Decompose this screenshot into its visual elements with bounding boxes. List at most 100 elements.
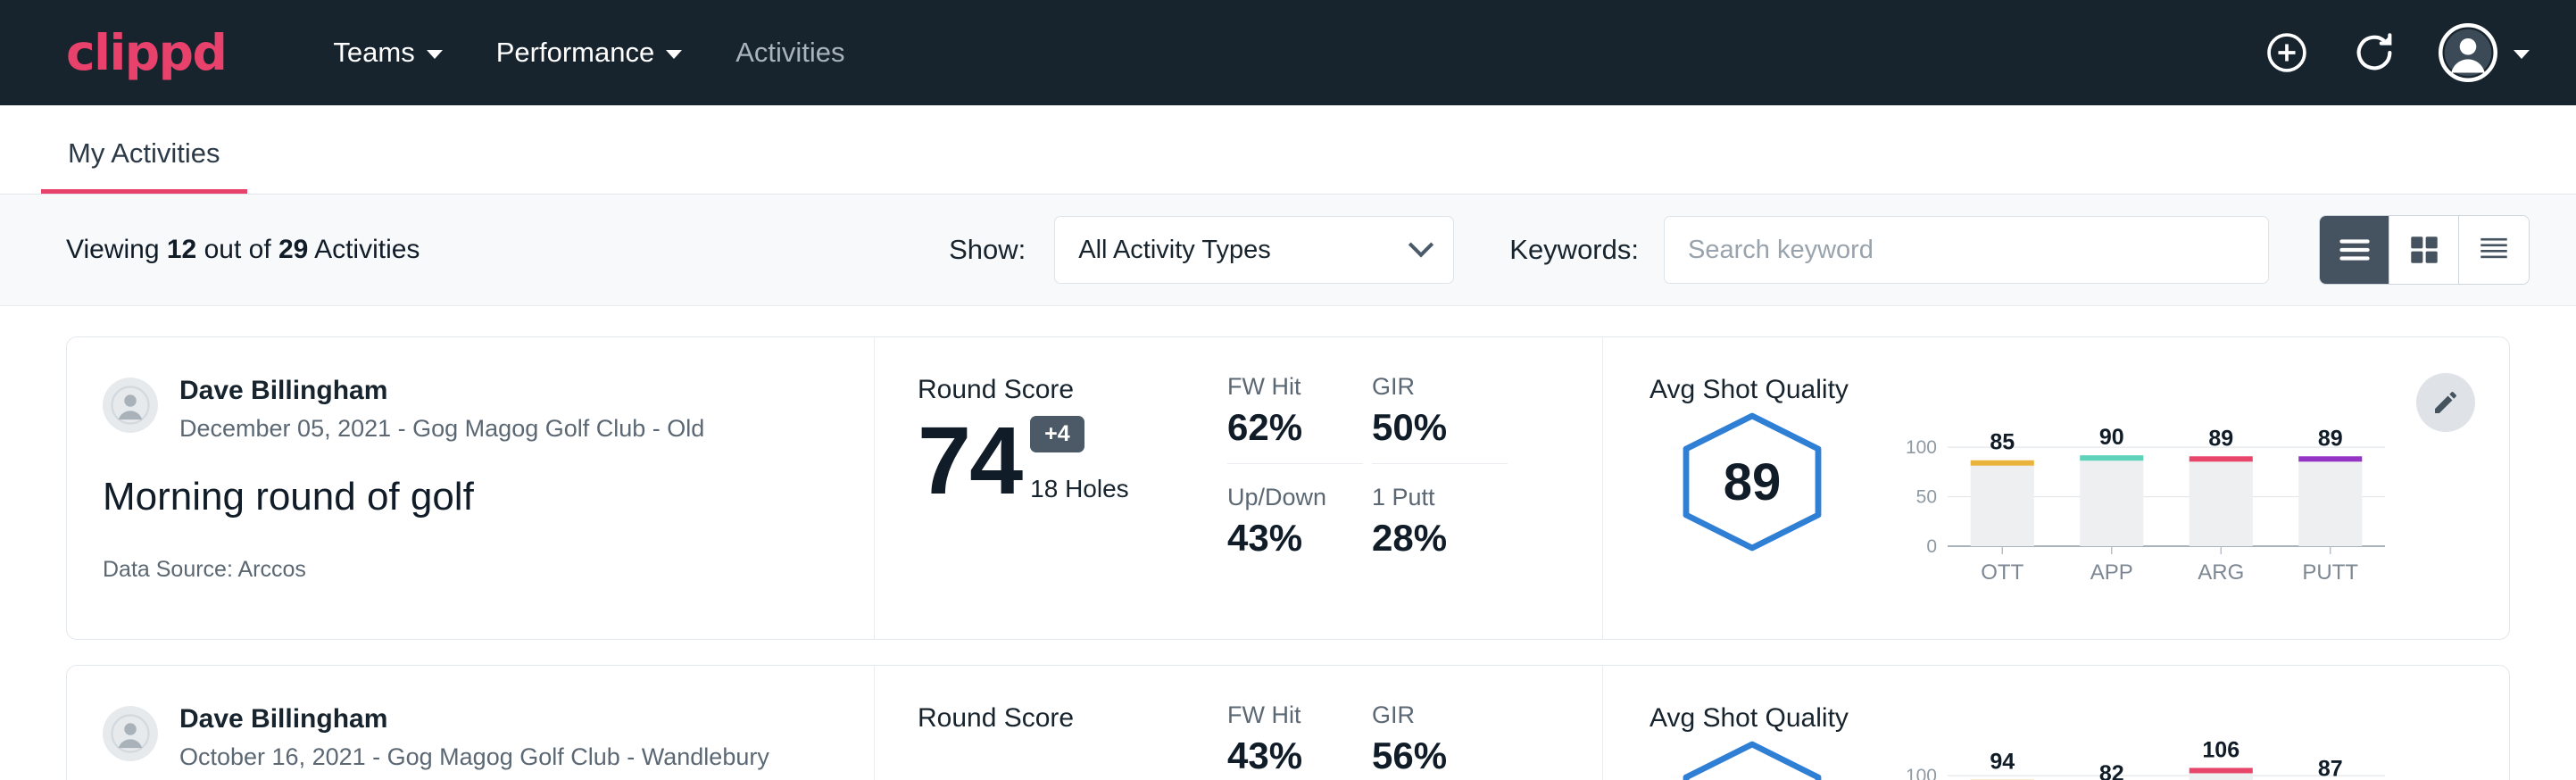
avatar-icon [111,714,150,753]
stat-label: FW Hit [1227,701,1363,729]
round-stats-grid: FW Hit 43% GIR 56% [1227,666,1602,780]
asq-hexagon: 89 [1649,411,1855,553]
author-text: Dave Billingham December 05, 2021 - Gog … [179,375,704,443]
svg-text:PUTT: PUTT [2302,560,2358,585]
viewing-prefix: Viewing [66,235,160,264]
pencil-icon [2431,388,2460,417]
stat-label: 1 Putt [1372,484,1508,511]
activity-type-value: All Activity Types [1078,236,1270,265]
stat-gir: GIR 50% [1372,373,1508,464]
chevron-down-icon [1408,232,1433,257]
nav-item-label: Activities [735,37,844,69]
viewing-total: 29 [278,235,308,264]
stat-label: GIR [1372,373,1508,401]
refresh-icon[interactable] [2351,29,2397,76]
stat-up-down: Up/Down 43% [1227,484,1363,574]
filter-bar: Viewing 12 out of 29 Activities Show: Al… [0,195,2576,306]
round-stats-grid: FW Hit 62% GIR 50% Up/Down 43% 1 Putt 28… [1227,337,1602,639]
svg-text:OTT: OTT [1981,560,2023,585]
avatar [103,706,158,761]
stat-label: GIR [1372,701,1508,729]
activity-title: Morning round of golf [103,475,838,519]
compact-view-toggle[interactable] [2459,216,2529,284]
svg-text:82: 82 [2099,761,2124,780]
activity-summary: Dave Billingham December 05, 2021 - Gog … [67,337,875,639]
svg-text:100: 100 [1906,437,1937,458]
svg-text:87: 87 [2318,757,2343,780]
chevron-down-icon [2514,50,2530,59]
avatar-icon [111,386,150,425]
svg-text:ARG: ARG [2198,560,2244,585]
app-logo[interactable]: clippd [66,29,226,78]
asq-value: 89 [1674,411,1831,553]
stat-label: Up/Down [1227,484,1363,511]
stat-value: 56% [1372,734,1508,777]
tab-my-activities[interactable]: My Activities [41,137,247,194]
svg-text:0: 0 [1926,536,1937,557]
activity-author: Dave Billingham October 16, 2021 - Gog M… [103,703,838,771]
avg-shot-quality-label: Avg Shot Quality [1649,703,2509,734]
account-avatar[interactable] [2439,23,2530,82]
avatar-icon [2439,23,2497,82]
svg-text:50: 50 [1916,487,1937,508]
round-score-panel: Round Score [875,666,1227,780]
player-name: Dave Billingham [179,375,704,407]
player-name: Dave Billingham [179,703,769,735]
stat-fw-hit: FW Hit 62% [1227,373,1363,464]
stat-gir: GIR 56% [1372,701,1508,780]
stat-value: 50% [1372,406,1508,449]
stat-fw-hit: FW Hit 43% [1227,701,1363,780]
filter-controls: Show: All Activity Types Keywords: [949,215,2530,285]
nav-actions [2264,23,2530,82]
activity-type-select[interactable]: All Activity Types [1054,216,1454,284]
search-input[interactable] [1664,216,2269,284]
round-score-value-row: 74 +4 18 Holes [918,412,1227,509]
svg-text:90: 90 [2099,425,2124,450]
activity-meta: October 16, 2021 - Gog Magog Golf Club -… [179,743,769,771]
svg-text:89: 89 [2208,426,2233,451]
nav-item-label: Teams [333,37,414,69]
nav-item-activities[interactable]: Activities [709,28,871,78]
shot-quality-bar-chart: 05010094OTT82APP106ARG87PUTT [1892,735,2392,780]
activity-meta: December 05, 2021 - Gog Magog Golf Club … [179,415,704,443]
activity-card-list: Dave Billingham December 05, 2021 - Gog … [0,306,2576,780]
svg-text:85: 85 [1990,430,2015,455]
stat-value: 43% [1227,517,1363,560]
asq-hexagon [1649,739,1855,780]
activity-card[interactable]: Dave Billingham December 05, 2021 - Gog … [66,336,2510,640]
primary-nav: Teams Performance Activities [306,28,871,78]
score-differential-badge: +4 [1030,416,1084,452]
nav-item-label: Performance [496,37,654,69]
keywords-label: Keywords: [1509,234,1639,266]
activity-summary: Dave Billingham October 16, 2021 - Gog M… [67,666,875,780]
add-circle-icon[interactable] [2264,29,2310,76]
nav-item-performance[interactable]: Performance [469,28,709,78]
view-mode-toggle-group [2319,215,2530,285]
viewing-count: 12 [167,235,196,264]
stat-value: 28% [1372,517,1508,560]
shot-quality-bar-chart: 05010085OTT90APP89ARG89PUTT [1892,407,2392,599]
holes-count: 18 Holes [1030,475,1129,503]
stat-value: 62% [1227,406,1363,449]
grid-view-toggle[interactable] [2389,216,2459,284]
activity-count-summary: Viewing 12 out of 29 Activities [66,235,420,265]
edit-activity-button[interactable] [2416,373,2475,432]
author-text: Dave Billingham October 16, 2021 - Gog M… [179,703,769,771]
round-score-panel: Round Score 74 +4 18 Holes [875,337,1227,639]
activity-card[interactable]: Dave Billingham October 16, 2021 - Gog M… [66,665,2510,780]
viewing-suffix: Activities [314,235,420,264]
round-score-label: Round Score [918,703,1227,734]
svg-text:100: 100 [1906,766,1937,780]
show-label: Show: [949,234,1026,266]
avg-shot-quality-panel: Avg Shot Quality 05010094OTT82APP106ARG8… [1602,666,2509,780]
nav-item-teams[interactable]: Teams [306,28,469,78]
top-navigation-bar: clippd Teams Performance Activities [0,0,2576,105]
round-score-side: +4 18 Holes [1030,416,1129,509]
stat-label: FW Hit [1227,373,1363,401]
round-score-label: Round Score [918,375,1227,405]
list-view-toggle[interactable] [2320,216,2389,284]
compact-list-icon [2476,234,2512,266]
stat-one-putt: 1 Putt 28% [1372,484,1508,574]
grid-icon [2408,234,2440,266]
list-icon [2337,235,2372,265]
